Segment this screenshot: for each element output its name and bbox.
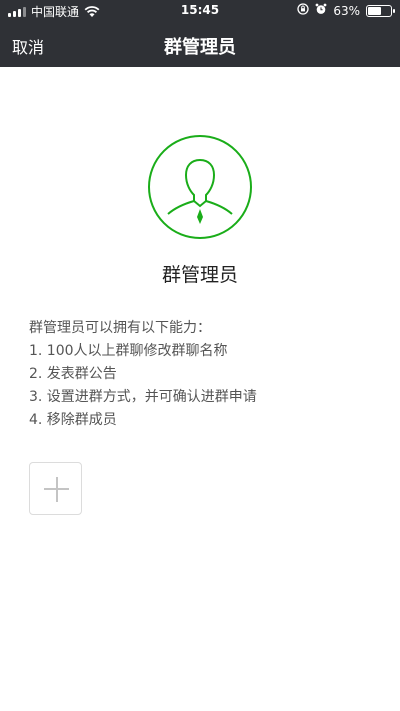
abilities-description: 群管理员可以拥有以下能力： 1. 100人以上群聊修改群聊名称 2. 发表群公告… [29,317,380,432]
page-title: 群管理员 [164,37,236,58]
top-bar: 中国联通 15:45 63% 取消 群管理员 [0,0,400,67]
battery-fill [368,6,381,15]
ability-item: 2. 发表群公告 [29,366,117,382]
ability-item: 3. 设置进群方式，并可确认进群申请 [29,389,257,405]
alarm-icon [315,3,327,18]
battery-percent: 63% [333,3,360,18]
screen: 中国联通 15:45 63% 取消 群管理员 群管理员 群管理员可以拥有以下能力… [0,0,400,711]
status-right: 63% [297,3,395,18]
ability-item: 1. 100人以上群聊修改群聊名称 [29,343,228,359]
add-admin-button[interactable] [29,462,82,515]
orientation-lock-icon [297,3,309,18]
role-name: 群管理员 [161,264,238,286]
ability-item: 4. 移除群成员 [29,412,117,428]
battery-icon [366,4,395,17]
admin-avatar-icon [147,134,253,240]
status-bar: 中国联通 15:45 63% [0,0,400,22]
navigation-bar: 取消 群管理员 [0,22,400,67]
abilities-heading: 群管理员可以拥有以下能力： [29,320,211,336]
